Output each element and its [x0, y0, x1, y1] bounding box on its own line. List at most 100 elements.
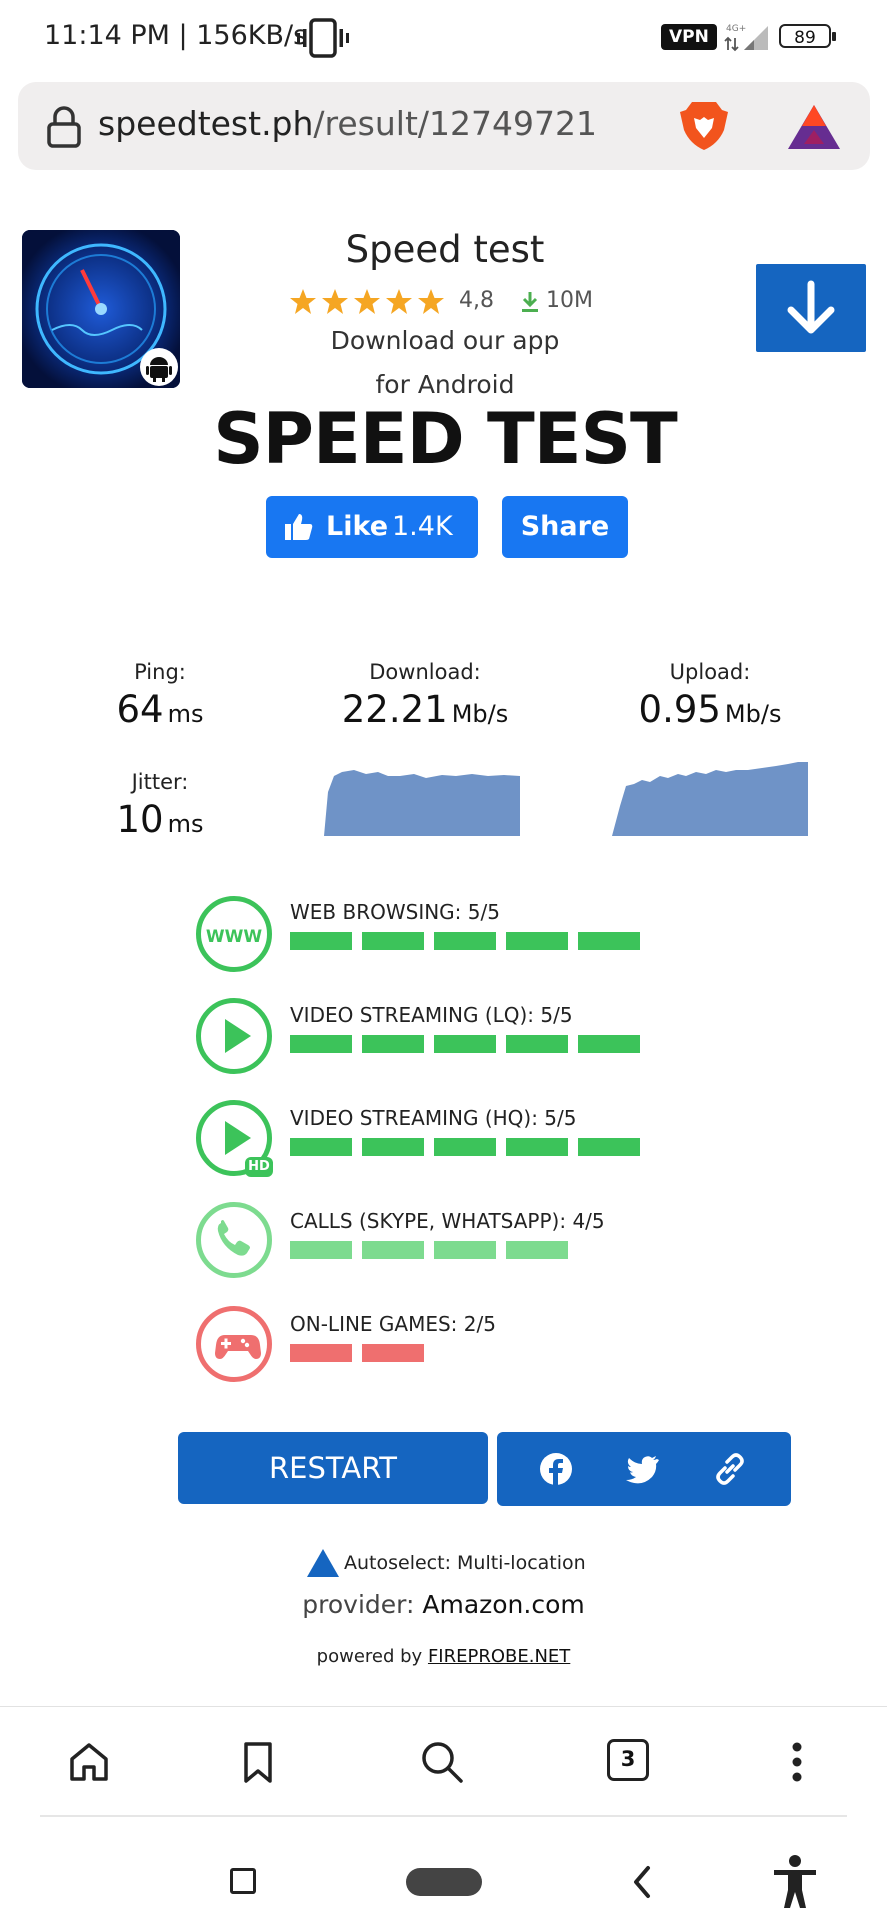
facebook-share-button[interactable]: Share [502, 496, 628, 558]
arrow-down-icon [787, 280, 835, 334]
promo-text-line2: for Android [375, 370, 515, 399]
quality-row-icon-5 [196, 1306, 272, 1382]
quality-segment [506, 1138, 568, 1156]
quality-segment [290, 1241, 352, 1259]
quality-label: ON-LINE GAMES: 2/5 [290, 1312, 496, 1336]
quality-segment [290, 1344, 352, 1362]
vibrate-icon [297, 18, 349, 58]
quality-segment [290, 932, 352, 950]
quality-segment [362, 1035, 424, 1053]
svg-text:WWW: WWW [206, 927, 263, 947]
quality-segment [362, 1138, 424, 1156]
quality-segment [290, 1035, 352, 1053]
status-bar: 11:14 PM | 156KB/s VPN 4G+ 89 [0, 0, 887, 78]
quality-segment [362, 1241, 424, 1259]
download-speed-graph [324, 770, 520, 836]
quality-label: VIDEO STREAMING (LQ): 5/5 [290, 1003, 573, 1027]
browser-bottom-toolbar: 3 [0, 1706, 887, 1815]
server-icon [307, 1549, 339, 1577]
quality-bar-3 [290, 1138, 650, 1158]
home-icon[interactable] [66, 1739, 112, 1785]
quality-segment [578, 1035, 640, 1053]
rating-stars [290, 289, 444, 314]
tab-count: 3 [620, 1747, 636, 1771]
more-menu-icon[interactable] [774, 1739, 820, 1785]
like-count: 1.4K [392, 511, 453, 542]
promo-text-line1: Download our app [330, 326, 560, 355]
quality-label: VIDEO STREAMING (HQ): 5/5 [290, 1106, 577, 1130]
network-type: 4G+ [726, 24, 746, 34]
quality-segment [434, 1241, 496, 1259]
divider [40, 1815, 847, 1817]
quality-segment [434, 1138, 496, 1156]
quality-segment [506, 1241, 568, 1259]
accessibility-icon[interactable] [770, 1854, 820, 1910]
brave-shields-icon[interactable] [676, 98, 732, 154]
server-selection[interactable]: Autoselect: Multi-location [344, 1552, 586, 1574]
quality-bar-5 [290, 1344, 650, 1364]
app-icon[interactable] [22, 230, 180, 388]
battery-indicator: 89 [779, 24, 836, 48]
brave-rewards-icon[interactable] [786, 102, 842, 152]
play-icon [225, 1019, 251, 1053]
quality-segment [578, 932, 640, 950]
quality-segment [434, 1035, 496, 1053]
upload-value: 0.95 Mb/s [638, 688, 782, 731]
search-icon[interactable] [419, 1739, 465, 1785]
powered-by: powered by FIREPROBE.NET [316, 1646, 571, 1667]
jitter-value: 10 ms [116, 798, 204, 841]
address-bar[interactable]: speedtest.ph/result/12749721 [18, 82, 870, 170]
www-icon: WWW [206, 927, 263, 947]
quality-row-icon-1: WWW [196, 896, 272, 972]
quality-row-icon-2 [196, 998, 272, 1074]
home-pill-button[interactable] [406, 1868, 482, 1896]
quality-label: WEB BROWSING: 5/5 [290, 900, 500, 924]
ping-label: Ping: [134, 660, 186, 684]
bookmark-icon[interactable] [235, 1739, 281, 1785]
jitter-label: Jitter: [131, 770, 189, 794]
restart-button[interactable]: RESTART [178, 1432, 488, 1504]
quality-label: CALLS (SKYPE, WHATSAPP): 4/5 [290, 1209, 605, 1233]
hd-badge: HD [245, 1157, 273, 1177]
quality-segment [506, 932, 568, 950]
back-button[interactable] [628, 1864, 658, 1900]
phone-icon [217, 1220, 250, 1256]
url-text[interactable]: speedtest.ph/result/12749721 [98, 104, 597, 143]
download-label: Download: [369, 660, 481, 684]
page-title: SPEED TEST [213, 398, 678, 480]
link-icon[interactable] [713, 1452, 747, 1486]
like-label: Like [326, 511, 389, 542]
download-count: 10M [546, 288, 593, 313]
download-value: 22.21 Mb/s [341, 688, 509, 731]
app-title: Speed test [345, 228, 545, 271]
download-app-button[interactable] [756, 264, 866, 352]
quality-bar-1 [290, 932, 650, 952]
lock-icon [47, 106, 81, 148]
quality-row-icon-3: HD [196, 1100, 273, 1177]
provider-info: provider: Amazon.com [302, 1590, 585, 1619]
signal-icon: 4G+ [724, 24, 768, 52]
facebook-like-button[interactable]: Like 1.4K [266, 496, 478, 558]
share-buttons-bar [497, 1432, 791, 1506]
system-navigation-bar [0, 1818, 887, 1920]
gamepad-icon [215, 1335, 261, 1359]
quality-bar-2 [290, 1035, 650, 1055]
quality-segment [506, 1035, 568, 1053]
android-icon [146, 357, 172, 382]
quality-segment [434, 932, 496, 950]
rating-value: 4,8 [459, 288, 494, 313]
quality-segment [290, 1138, 352, 1156]
android-badge [140, 348, 178, 386]
facebook-icon[interactable] [539, 1452, 573, 1486]
vpn-badge: VPN [661, 24, 717, 50]
quality-bar-4 [290, 1241, 650, 1261]
twitter-icon[interactable] [625, 1452, 659, 1486]
upload-label: Upload: [669, 660, 751, 684]
fireprobe-link[interactable]: FIREPROBE.NET [428, 1646, 570, 1667]
ping-value: 64 ms [116, 688, 204, 731]
upload-speed-graph [612, 762, 808, 836]
tabs-button[interactable]: 3 [607, 1739, 649, 1781]
recents-button[interactable] [230, 1868, 256, 1894]
thumbs-up-icon [285, 514, 313, 540]
quality-segment [362, 1344, 424, 1362]
